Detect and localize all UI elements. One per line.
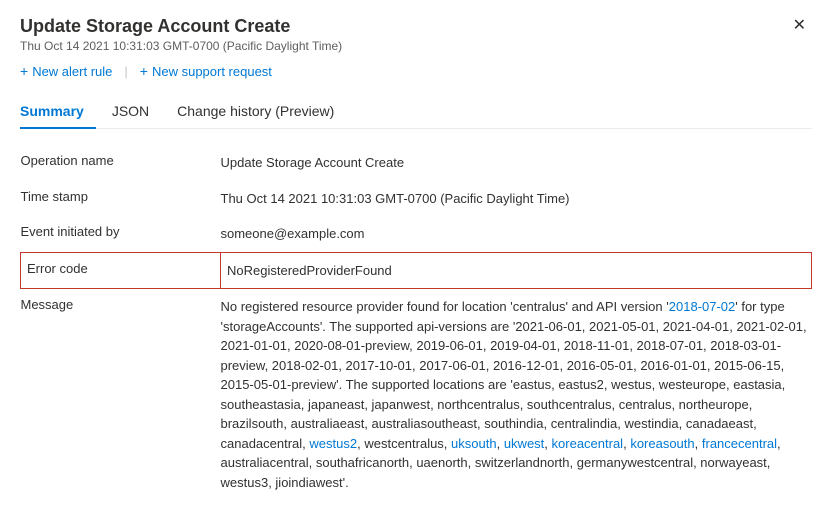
close-button[interactable]: ✕ xyxy=(787,16,812,36)
plus-icon-alert: + xyxy=(20,63,28,79)
error-code-value: NoRegisteredProviderFound xyxy=(221,252,812,289)
uksouth-link[interactable]: uksouth xyxy=(451,436,497,451)
error-code-row: Error code NoRegisteredProviderFound xyxy=(21,252,812,289)
operation-name-label: Operation name xyxy=(21,145,221,181)
plus-icon-support: + xyxy=(140,63,148,79)
message-row: Message No registered resource provider … xyxy=(21,289,812,501)
message-value: No registered resource provider found fo… xyxy=(221,289,812,501)
new-alert-rule-link[interactable]: + New alert rule xyxy=(20,63,112,79)
message-text-content: No registered resource provider found fo… xyxy=(221,299,807,490)
panel-header: Update Storage Account Create Thu Oct 14… xyxy=(20,16,812,53)
action-bar: + New alert rule | + New support request xyxy=(20,63,812,79)
francecentral-link[interactable]: francecentral xyxy=(702,436,777,451)
new-support-request-link[interactable]: + New support request xyxy=(140,63,272,79)
koreacentral-link[interactable]: koreacentral xyxy=(552,436,624,451)
tab-change-history[interactable]: Change history (Preview) xyxy=(177,95,346,129)
message-label: Message xyxy=(21,289,221,501)
tab-summary[interactable]: Summary xyxy=(20,95,96,129)
ukwest-link[interactable]: ukwest xyxy=(504,436,544,451)
event-initiated-row: Event initiated by someone@example.com xyxy=(21,216,812,252)
panel-subtitle: Thu Oct 14 2021 10:31:03 GMT-0700 (Pacif… xyxy=(20,39,342,53)
event-initiated-label: Event initiated by xyxy=(21,216,221,252)
operation-name-row: Operation name Update Storage Account Cr… xyxy=(21,145,812,181)
event-initiated-value: someone@example.com xyxy=(221,216,812,252)
api-version-link[interactable]: 2018-07-02 xyxy=(669,299,736,314)
koreasouth-link[interactable]: koreasouth xyxy=(630,436,694,451)
panel-title: Update Storage Account Create xyxy=(20,16,342,37)
main-panel: Update Storage Account Create Thu Oct 14… xyxy=(0,0,832,516)
time-stamp-row: Time stamp Thu Oct 14 2021 10:31:03 GMT-… xyxy=(21,181,812,217)
error-code-label: Error code xyxy=(21,252,221,289)
action-separator: | xyxy=(124,64,127,79)
detail-table: Operation name Update Storage Account Cr… xyxy=(20,145,812,500)
header-text: Update Storage Account Create Thu Oct 14… xyxy=(20,16,342,53)
operation-name-value: Update Storage Account Create xyxy=(221,145,812,181)
tab-json[interactable]: JSON xyxy=(112,95,161,129)
tabs-bar: Summary JSON Change history (Preview) xyxy=(20,95,812,129)
time-stamp-label: Time stamp xyxy=(21,181,221,217)
time-stamp-value: Thu Oct 14 2021 10:31:03 GMT-0700 (Pacif… xyxy=(221,181,812,217)
westus2-link[interactable]: westus2 xyxy=(309,436,357,451)
